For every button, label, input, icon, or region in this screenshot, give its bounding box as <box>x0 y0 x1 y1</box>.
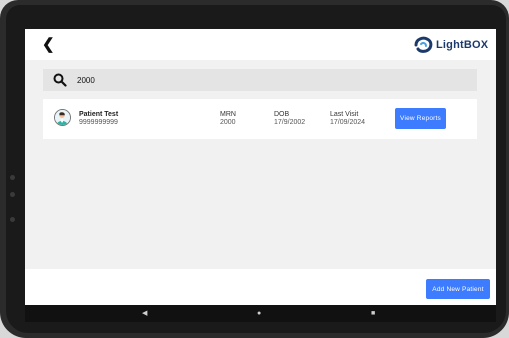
view-reports-button[interactable]: View Reports <box>395 108 446 129</box>
last-visit-value: 17/09/2024 <box>330 119 366 126</box>
patient-identity: Patient Test 9999999999 <box>79 111 118 127</box>
mrn-label: MRN <box>220 111 236 118</box>
app-screen: ❮ LightBOX 2000 Patient Test 9999999999 … <box>25 29 496 322</box>
patient-last-visit: Last Visit 17/09/2024 <box>330 111 365 127</box>
patient-dob: DOB 17/9/2002 <box>274 111 305 127</box>
search-bar[interactable] <box>43 69 477 91</box>
patient-avatar-icon <box>55 110 70 125</box>
dob-value: 17/9/2002 <box>274 119 306 126</box>
nav-recents-icon[interactable]: ■ <box>371 305 375 322</box>
logo-text: LightBOX <box>436 38 489 51</box>
bezel-sensor <box>10 175 15 180</box>
system-nav-bar: ◀ ● ■ <box>25 305 496 322</box>
bezel-sensor <box>10 192 15 197</box>
last-visit-label: Last Visit <box>330 111 359 118</box>
top-bar: ❮ LightBOX <box>25 29 496 60</box>
patient-phone: 9999999999 <box>79 119 118 126</box>
bezel-sensor <box>10 217 15 222</box>
logo-icon <box>414 36 433 53</box>
mrn-value: 2000 <box>220 119 236 126</box>
nav-back-icon[interactable]: ◀ <box>142 305 147 322</box>
nav-home-icon[interactable]: ● <box>257 305 261 322</box>
tablet-frame: ❮ LightBOX 2000 Patient Test 9999999999 … <box>0 0 509 338</box>
brand-logo: LightBOX <box>414 36 488 53</box>
avatar <box>54 109 71 126</box>
bottom-bar: Add New Patient <box>25 269 496 305</box>
dob-label: DOB <box>274 111 290 118</box>
search-icon[interactable] <box>53 73 67 87</box>
search-input[interactable] <box>77 75 427 85</box>
add-new-patient-button[interactable]: Add New Patient <box>426 279 490 299</box>
patient-name: Patient Test <box>79 111 119 118</box>
back-icon[interactable]: ❮ <box>42 35 55 53</box>
patient-card[interactable]: Patient Test 9999999999 MRN 2000 DOB 17/… <box>43 99 477 139</box>
patient-mrn: MRN 2000 <box>220 111 236 127</box>
